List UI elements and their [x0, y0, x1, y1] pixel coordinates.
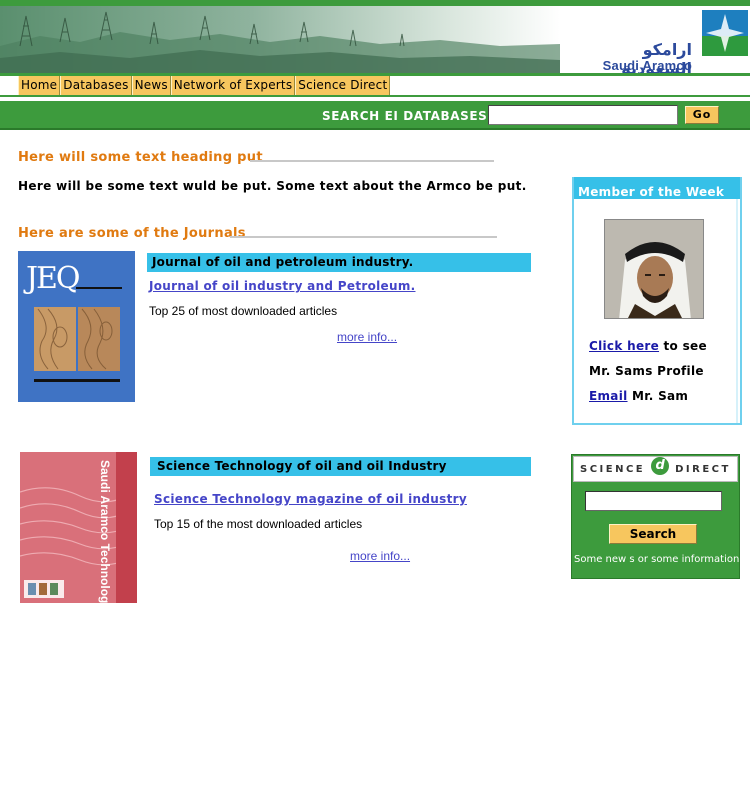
cover-title: JEQ — [26, 261, 81, 296]
logo-english-text: Saudi Aramco — [602, 58, 692, 73]
journal-1-title-bar: Journal of oil and petroleum industry. — [147, 253, 531, 272]
main-nav: Home Databases News Network of Experts S… — [0, 76, 750, 95]
nav-item-home[interactable]: Home — [18, 76, 61, 95]
journal-cover-aramco-technology[interactable]: Saudi Aramco Technology — [20, 452, 137, 603]
member-box-inner-rule — [736, 199, 738, 423]
science-direct-search-input[interactable] — [585, 491, 722, 511]
science-direct-logo[interactable]: SCIENCE d DIRECT — [573, 456, 738, 482]
journal-1-more-info-link[interactable]: more info... — [337, 330, 397, 344]
member-email-line: Email Mr. Sam — [589, 389, 688, 403]
journal-2-title-bar: Science Technology of oil and oil Indust… — [150, 457, 531, 476]
cover-title: Saudi Aramco Technology — [98, 460, 112, 603]
search-label: SEARCH EI DATABASES: — [322, 109, 493, 123]
oil-field-banner-image — [0, 6, 560, 74]
journals-heading-rule — [230, 236, 497, 238]
member-click-line: Click here to see — [589, 339, 707, 353]
member-of-the-week-box: Member of the Week Click here to see Mr.… — [572, 177, 742, 425]
nav-items: Home Databases News Network of Experts S… — [18, 76, 391, 95]
intro-heading: Here will some text heading put — [18, 150, 263, 165]
cover-bottom-rule — [34, 379, 120, 382]
journal-2-link[interactable]: Science Technology magazine of oil indus… — [154, 492, 467, 506]
nav-item-network-of-experts[interactable]: Network of Experts — [170, 76, 296, 95]
aramco-star-icon — [702, 10, 748, 56]
science-direct-logo-text: SCIENCE d DIRECT — [580, 457, 731, 475]
search-input[interactable] — [488, 105, 678, 125]
science-direct-news-text: Some new s or some information — [574, 554, 740, 565]
saudi-aramco-logo[interactable]: ارامكو السعودية Saudi Aramco — [586, 10, 750, 74]
intro-heading-rule — [250, 160, 494, 162]
journal-cover-jeq[interactable]: JEQ — [18, 251, 135, 402]
journal-2-description: Top 15 of the most downloaded articles — [154, 517, 363, 531]
member-to-see-text: to see — [659, 339, 707, 353]
member-box-title: Member of the Week — [574, 177, 740, 199]
journals-heading: Here are some of the Journals — [18, 226, 246, 241]
nav-item-news[interactable]: News — [131, 76, 171, 95]
nav-bottom-rule — [0, 95, 750, 97]
cover-rule — [76, 287, 122, 289]
nav-item-science-direct[interactable]: Science Direct — [295, 76, 391, 95]
journal-1-link[interactable]: Journal of oil industry and Petroleum. — [149, 279, 415, 293]
rock-strata-image — [20, 452, 137, 603]
journal-2-more-info-link[interactable]: more info... — [350, 549, 410, 563]
search-bar: SEARCH EI DATABASES: Go — [0, 101, 750, 130]
header-banner: ارامكو السعودية Saudi Aramco — [0, 6, 750, 74]
science-direct-search-button[interactable]: Search — [609, 524, 697, 544]
wood-grain-image — [34, 307, 120, 371]
member-photo — [604, 219, 704, 319]
nav-item-databases[interactable]: Databases — [60, 76, 132, 95]
journal-1-description: Top 25 of most downloaded articles — [149, 304, 338, 318]
go-button[interactable]: Go — [685, 106, 719, 124]
member-profile-text: Mr. Sams Profile — [589, 364, 704, 378]
science-direct-d-icon: d — [651, 457, 670, 475]
member-email-link[interactable]: Email — [589, 389, 628, 403]
member-email-name: Mr. Sam — [627, 389, 689, 403]
member-portrait-image — [605, 220, 703, 318]
member-click-here-link[interactable]: Click here — [589, 339, 659, 353]
intro-text: Here will be some text wuld be put. Some… — [18, 179, 527, 193]
science-direct-search-box: SCIENCE d DIRECT Search Some new s or so… — [571, 454, 740, 579]
